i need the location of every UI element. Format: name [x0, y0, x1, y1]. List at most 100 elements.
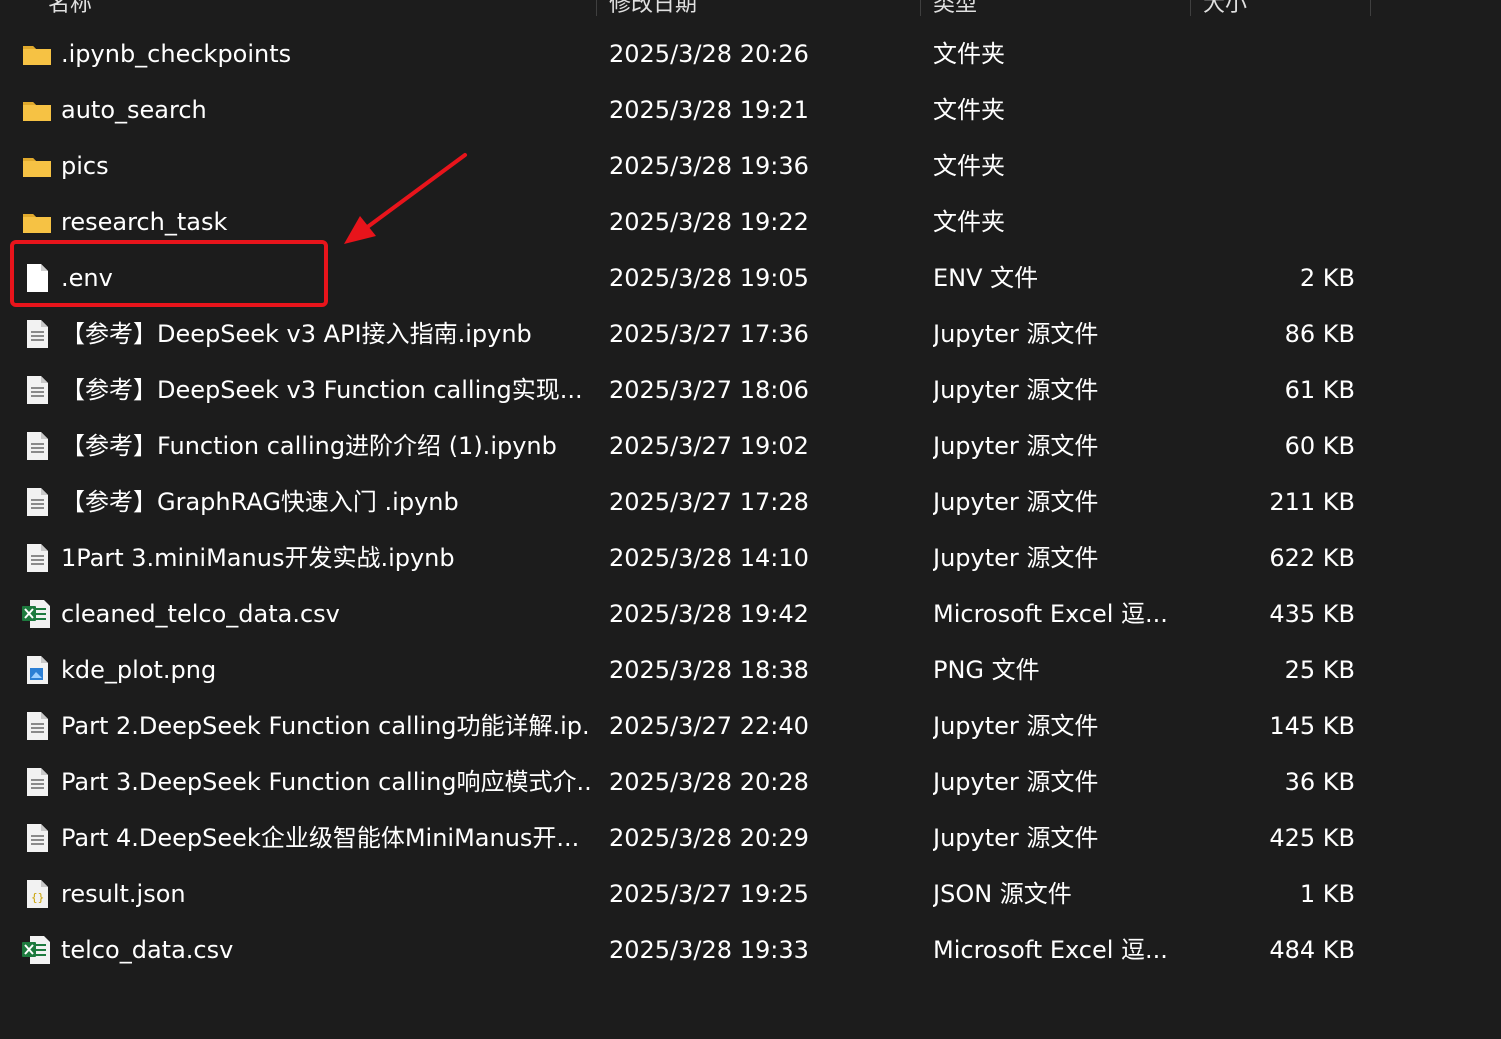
file-type: Jupyter 源文件: [933, 712, 1099, 740]
file-name: result.json: [61, 880, 186, 908]
file-date: 2025/3/28 14:10: [609, 544, 809, 572]
file-type: Jupyter 源文件: [933, 320, 1099, 348]
document-file-icon: [22, 320, 52, 348]
file-size: [1190, 194, 1355, 250]
document-file-icon: [22, 712, 52, 740]
file-row[interactable]: 【参考】Function calling进阶介绍 (1).ipynb 2025/3…: [0, 418, 1501, 474]
column-divider[interactable]: [596, 0, 597, 16]
file-type: Jupyter 源文件: [933, 544, 1099, 572]
file-type: Jupyter 源文件: [933, 488, 1099, 516]
file-type: ENV 文件: [933, 264, 1039, 292]
file-date: 2025/3/28 19:36: [609, 152, 809, 180]
excel-file-icon: [22, 936, 52, 964]
file-size: 36 KB: [1284, 768, 1355, 796]
file-date: 2025/3/27 17:28: [609, 488, 809, 516]
file-type: 文件夹: [933, 152, 1005, 180]
file-type: JSON 源文件: [933, 880, 1072, 908]
file-name: .ipynb_checkpoints: [61, 40, 292, 68]
file-type: 文件夹: [933, 40, 1005, 68]
file-size: 60 KB: [1284, 432, 1355, 460]
document-file-icon: [22, 376, 52, 404]
folder-icon: [22, 152, 52, 180]
file-type: Microsoft Excel 逗...: [933, 936, 1168, 964]
json-file-icon: {}: [22, 880, 52, 908]
file-date: 2025/3/27 19:02: [609, 432, 809, 460]
document-file-icon: [22, 488, 52, 516]
file-size: 622 KB: [1269, 544, 1355, 572]
file-row[interactable]: 【参考】GraphRAG快速入门 .ipynb 2025/3/27 17:28 Ju…: [0, 474, 1501, 530]
file-name: Part 2.DeepSeek Function calling功能详解.ip.…: [61, 712, 591, 740]
file-date: 2025/3/28 19:22: [609, 208, 809, 236]
file-row[interactable]: pics 2025/3/28 19:36 文件夹: [0, 138, 1501, 194]
column-divider[interactable]: [1190, 0, 1191, 16]
file-name: telco_data.csv: [61, 936, 234, 964]
file-type: Microsoft Excel 逗...: [933, 600, 1168, 628]
file-row[interactable]: {} result.json 2025/3/27 19:25 JSON 源文件 1 KB: [0, 866, 1501, 922]
file-date: 2025/3/27 22:40: [609, 712, 809, 740]
file-date: 2025/3/28 20:26: [609, 40, 809, 68]
file-date: 2025/3/27 17:36: [609, 320, 809, 348]
highlight-box: [10, 240, 328, 307]
file-row[interactable]: kde_plot.png 2025/3/28 18:38 PNG 文件 25 KB: [0, 642, 1501, 698]
file-date: 2025/3/28 20:29: [609, 824, 809, 852]
file-row[interactable]: Part 3.DeepSeek Function calling响应模式介...…: [0, 754, 1501, 810]
file-name: 【参考】GraphRAG快速入门 .ipynb: [61, 488, 459, 516]
file-type: 文件夹: [933, 96, 1005, 124]
file-row[interactable]: 【参考】DeepSeek v3 API接入指南.ipynb 2025/3/27 1…: [0, 306, 1501, 362]
file-size: 86 KB: [1284, 320, 1355, 348]
file-size: 61 KB: [1284, 376, 1355, 404]
column-divider[interactable]: [920, 0, 921, 16]
folder-icon: [22, 40, 52, 68]
file-row[interactable]: telco_data.csv 2025/3/28 19:33 Microsoft E…: [0, 922, 1501, 978]
image-file-icon: [22, 656, 52, 684]
file-size: 25 KB: [1284, 656, 1355, 684]
file-name: kde_plot.png: [61, 656, 217, 684]
file-size: 484 KB: [1269, 936, 1355, 964]
column-header-bar: 名称 修改日期 类型 大小: [0, 0, 1501, 16]
file-row[interactable]: Part 2.DeepSeek Function calling功能详解.ip.…: [0, 698, 1501, 754]
file-row[interactable]: 【参考】DeepSeek v3 Function calling实现... 202…: [0, 362, 1501, 418]
file-size: 2 KB: [1299, 264, 1355, 292]
file-row[interactable]: 1Part 3.miniManus开发实战.ipynb 2025/3/28 14:…: [0, 530, 1501, 586]
file-size: 145 KB: [1269, 712, 1355, 740]
file-size: 435 KB: [1269, 600, 1355, 628]
file-date: 2025/3/28 18:38: [609, 656, 809, 684]
file-row[interactable]: cleaned_telco_data.csv 2025/3/28 19:42 Mic…: [0, 586, 1501, 642]
file-list: .ipynb_checkpoints 2025/3/28 20:26 文件夹 auto…: [0, 26, 1501, 978]
folder-icon: [22, 208, 52, 236]
file-type: Jupyter 源文件: [933, 824, 1099, 852]
column-divider[interactable]: [1370, 0, 1371, 16]
file-size: 211 KB: [1269, 488, 1355, 516]
file-name: auto_search: [61, 96, 207, 124]
document-file-icon: [22, 432, 52, 460]
file-size: 425 KB: [1269, 824, 1355, 852]
file-row[interactable]: Part 4.DeepSeek企业级智能体MiniManus开... 2025/3…: [0, 810, 1501, 866]
file-row[interactable]: .ipynb_checkpoints 2025/3/28 20:26 文件夹: [0, 26, 1501, 82]
column-header-name[interactable]: 名称: [48, 0, 588, 16]
excel-file-icon: [22, 600, 52, 628]
file-name: pics: [61, 152, 109, 180]
document-file-icon: [22, 824, 52, 852]
file-name: 1Part 3.miniManus开发实战.ipynb: [61, 544, 455, 572]
file-date: 2025/3/28 19:05: [609, 264, 809, 292]
file-date: 2025/3/28 19:42: [609, 600, 809, 628]
document-file-icon: [22, 768, 52, 796]
column-header-type[interactable]: 类型: [933, 0, 1183, 16]
file-size: 1 KB: [1299, 880, 1355, 908]
file-date: 2025/3/28 20:28: [609, 768, 809, 796]
file-name: Part 4.DeepSeek企业级智能体MiniManus开...: [61, 824, 580, 852]
file-date: 2025/3/28 19:33: [609, 936, 809, 964]
file-date: 2025/3/27 19:25: [609, 880, 809, 908]
file-type: 文件夹: [933, 208, 1005, 236]
file-date: 2025/3/27 18:06: [609, 376, 809, 404]
document-file-icon: [22, 544, 52, 572]
file-name: 【参考】Function calling进阶介绍 (1).ipynb: [61, 432, 557, 460]
svg-text:{}: {}: [31, 891, 44, 904]
file-size: [1190, 26, 1355, 82]
column-header-date[interactable]: 修改日期: [609, 0, 909, 16]
folder-icon: [22, 96, 52, 124]
file-row[interactable]: auto_search 2025/3/28 19:21 文件夹: [0, 82, 1501, 138]
file-type: Jupyter 源文件: [933, 768, 1099, 796]
file-type: PNG 文件: [933, 656, 1040, 684]
column-header-size[interactable]: 大小: [1203, 0, 1363, 16]
